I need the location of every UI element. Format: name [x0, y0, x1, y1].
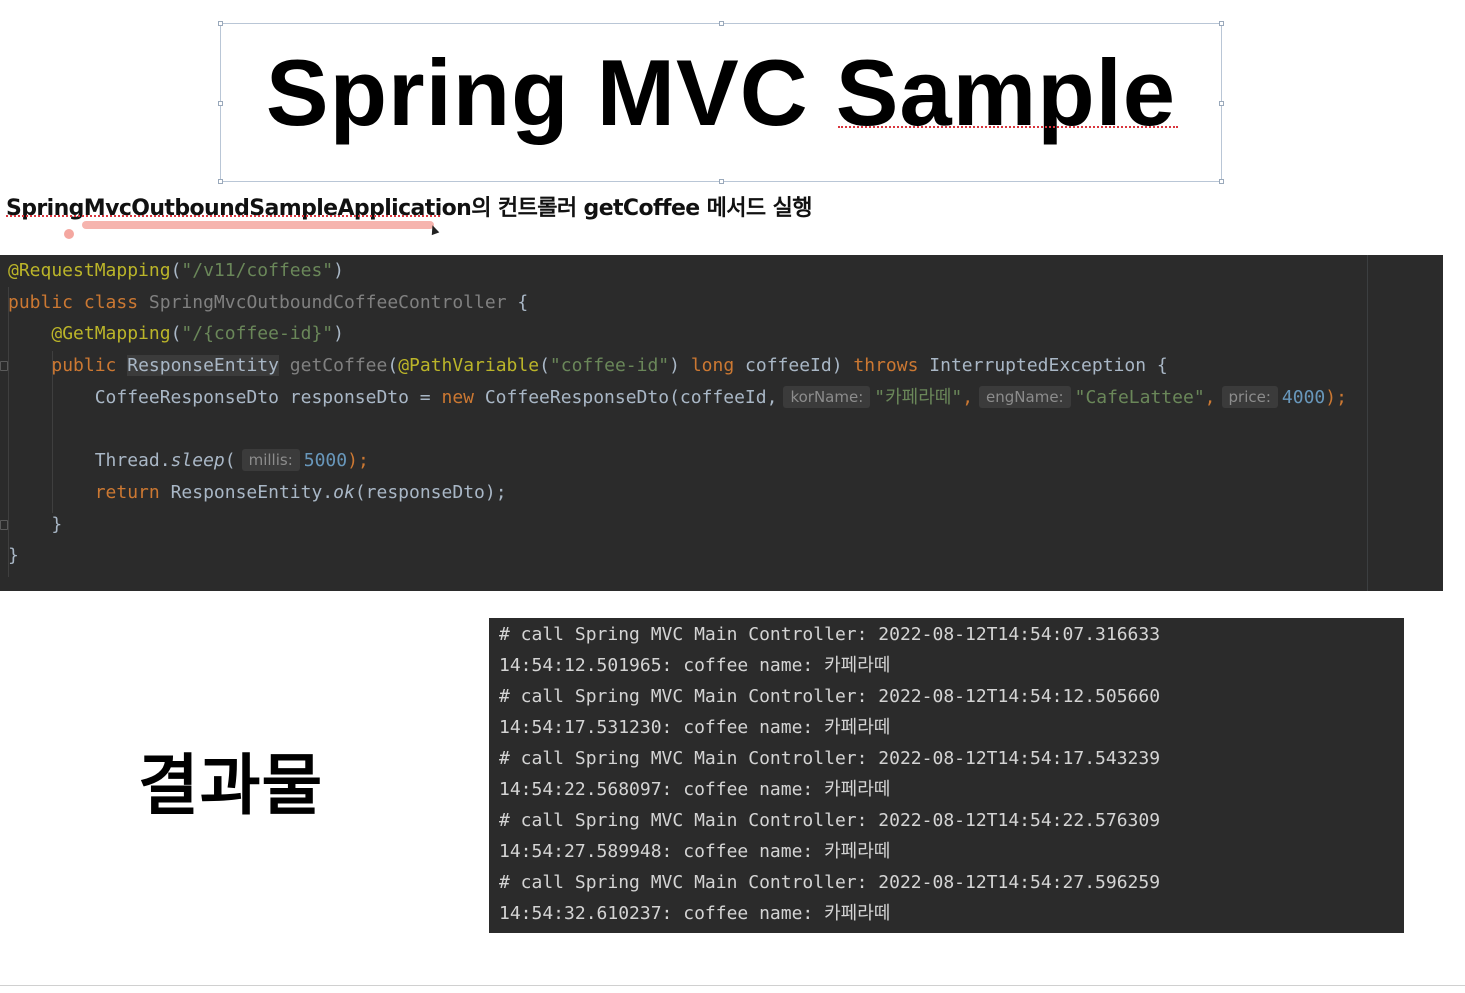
code-token: CoffeeResponseDto responseDto =: [94, 386, 442, 408]
code-line: public class SpringMvcOutboundCoffeeCont…: [8, 287, 1443, 319]
code-token: long: [690, 355, 735, 377]
code-line: Thread.sleep(millis: 5000);: [8, 445, 1443, 477]
code-token: coffeeId): [745, 355, 843, 377]
console-line: 14:54:32.610237: coffee name: 카페라떼: [499, 903, 891, 924]
code-block: @RequestMapping("/v11/coffees") public c…: [0, 255, 1443, 572]
code-token: ): [333, 323, 344, 345]
code-token: @RequestMapping: [8, 260, 171, 281]
console-line: # call Spring MVC Main Controller: 2022-…: [499, 686, 1161, 707]
code-line: @RequestMapping("/v11/coffees"): [8, 255, 1443, 287]
code-token: sleep: [170, 450, 225, 472]
code-token: ResponseEntity.: [170, 481, 334, 503]
code-token: return: [94, 481, 160, 503]
code-token: }: [51, 513, 63, 535]
console-line: 14:54:12.501965: coffee name: 카페라떼: [499, 655, 891, 676]
code-token: "coffee-id": [549, 355, 670, 377]
code-line: @GetMapping("/{coffee-id}"): [8, 318, 1443, 350]
parameter-hint: millis:: [241, 449, 300, 472]
code-token: "CafeLattee": [1074, 386, 1205, 408]
code-token: 5000: [303, 450, 348, 472]
code-token: ok: [333, 481, 355, 503]
code-token: InterruptedException: [929, 355, 1147, 377]
resize-handle-bottom-left[interactable]: [218, 179, 223, 184]
code-editor: @RequestMapping("/v11/coffees") public c…: [0, 255, 1443, 591]
console-line: 14:54:17.531230: coffee name: 카페라떼: [499, 717, 891, 738]
code-token: (: [170, 323, 182, 345]
parameter-hint: price:: [1221, 385, 1278, 408]
parameter-hint: engName:: [979, 385, 1071, 408]
code-token: ): [669, 355, 680, 377]
code-token: (: [539, 355, 550, 377]
console-line: # call Spring MVC Main Controller: 2022-…: [499, 624, 1161, 645]
code-line: CoffeeResponseDto responseDto = new Coff…: [8, 382, 1443, 414]
code-token: ): [333, 260, 344, 281]
slide-subtitle[interactable]: SpringMvcOutboundSampleApplication의 컨트롤러…: [6, 190, 813, 222]
code-token: class: [83, 291, 139, 313]
code-token: throws: [853, 355, 919, 377]
code-token: @GetMapping: [51, 323, 171, 345]
result-label[interactable]: 결과물: [138, 732, 323, 828]
console-line: # call Spring MVC Main Controller: 2022-…: [499, 872, 1161, 893]
code-token: "/{coffee-id}": [181, 323, 334, 345]
code-token: Thread.: [94, 450, 171, 472]
code-token: @PathVariable: [398, 355, 540, 377]
code-token: public: [8, 291, 74, 313]
spellcheck-underline: [6, 215, 440, 217]
code-token: 4000: [1281, 386, 1326, 408]
code-token: );: [347, 450, 369, 472]
code-token: (responseDto);: [354, 481, 507, 503]
code-line: public ResponseEntity getCoffee(@PathVar…: [0, 350, 1443, 382]
parameter-hint: korName:: [783, 385, 871, 408]
code-token: public: [51, 355, 117, 377]
code-token: ,: [962, 386, 974, 408]
gutter-fold-icon[interactable]: [0, 519, 8, 530]
resize-handle-top-left[interactable]: [218, 21, 223, 26]
mouse-cursor-icon: [428, 223, 440, 236]
code-line: }: [0, 509, 1443, 541]
code-token: new: [441, 386, 474, 408]
resize-handle-bottom[interactable]: [719, 179, 724, 184]
code-token: {: [1156, 355, 1168, 377]
console-line: # call Spring MVC Main Controller: 2022-…: [499, 810, 1161, 831]
code-token: (: [224, 450, 236, 472]
console-output: # call Spring MVC Main Controller: 2022-…: [489, 618, 1404, 933]
pen-highlight-dot: [64, 229, 74, 239]
resize-handle-top-right[interactable]: [1219, 21, 1224, 26]
code-token: CoffeeResponseDto(coffeeId,: [484, 386, 778, 408]
code-line: return ResponseEntity.ok(responseDto);: [8, 477, 1443, 509]
resize-handle-top[interactable]: [719, 21, 724, 26]
code-token: (: [387, 355, 399, 377]
code-token: (: [170, 260, 182, 281]
title-textbox[interactable]: Spring MVC Sample: [218, 21, 1224, 184]
gutter-fold-icon[interactable]: [0, 361, 8, 372]
console-line: # call Spring MVC Main Controller: 2022-…: [499, 748, 1161, 769]
spellcheck-underline: [838, 126, 1178, 128]
resize-handle-bottom-right[interactable]: [1219, 179, 1224, 184]
code-token: "/v11/coffees": [181, 260, 334, 281]
code-token: }: [8, 545, 19, 567]
code-token: ResponseEntity: [127, 355, 279, 377]
code-token: {: [517, 291, 529, 313]
code-token: "카페라떼": [874, 386, 963, 408]
code-token: );: [1325, 386, 1347, 408]
pen-highlight-stroke: [82, 221, 434, 229]
code-token: SpringMvcOutboundCoffeeController: [148, 291, 507, 313]
console-line: 14:54:22.568097: coffee name: 카페라떼: [499, 779, 891, 800]
slide-bottom-divider: [0, 985, 1465, 986]
code-line: }: [8, 540, 1443, 572]
code-token: ,: [1204, 386, 1216, 408]
console-line: 14:54:27.589948: coffee name: 카페라떼: [499, 841, 891, 862]
code-token: getCoffee: [289, 355, 388, 377]
